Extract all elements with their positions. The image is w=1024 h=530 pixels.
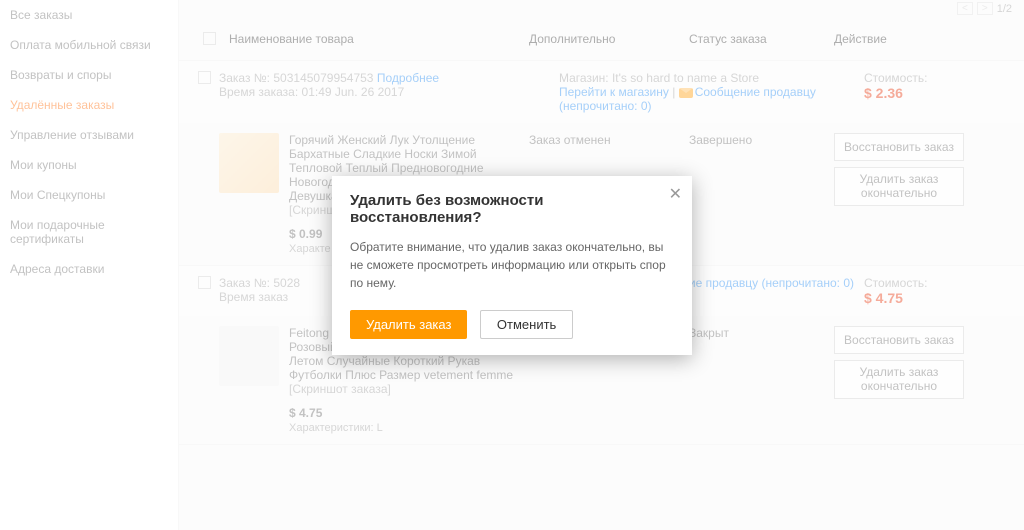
- cancel-button[interactable]: Отменить: [480, 310, 573, 339]
- confirm-delete-button[interactable]: Удалить заказ: [350, 310, 467, 339]
- modal-body: Обратите внимание, что удалив заказ окон…: [350, 238, 674, 292]
- confirm-modal: ✕ Удалить без возможности восстановления…: [332, 176, 692, 355]
- modal-title: Удалить без возможности восстановления?: [350, 192, 674, 226]
- modal-overlay: ✕ Удалить без возможности восстановления…: [0, 0, 1024, 530]
- close-icon[interactable]: ✕: [669, 184, 682, 204]
